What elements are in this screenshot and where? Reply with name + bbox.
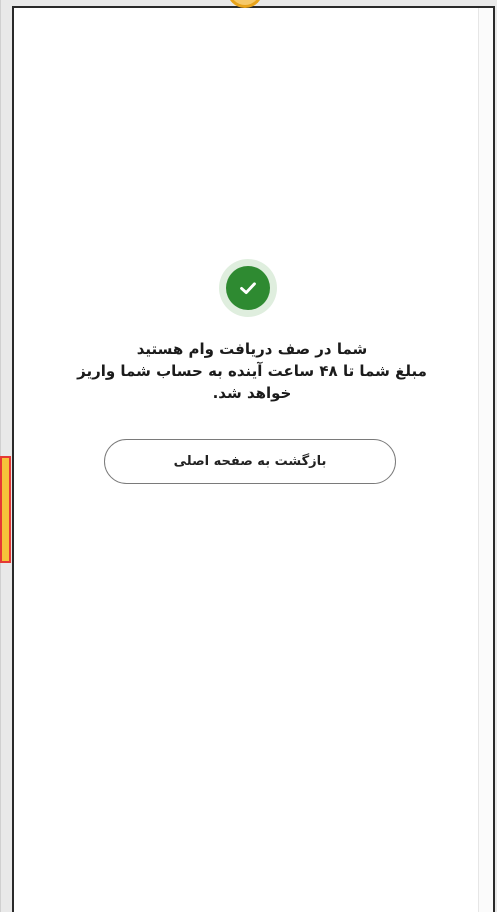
check-circle-icon — [226, 266, 270, 310]
message-line-2: مبلغ شما تا ۴۸ ساعت آینده به حساب شما وا… — [77, 362, 427, 380]
message-line-1: شما در صف دریافت وام هستید — [136, 340, 368, 358]
back-to-home-button[interactable]: بازگشت به صفحه اصلی — [104, 439, 396, 484]
checkmark-icon — [240, 282, 256, 295]
edge-highlight-marker — [0, 456, 11, 563]
screen: شما در صف دریافت وام هستید مبلغ شما تا ۴… — [0, 0, 497, 912]
app-window: شما در صف دریافت وام هستید مبلغ شما تا ۴… — [12, 6, 495, 912]
scrollbar-gutter[interactable] — [478, 8, 493, 912]
success-icon-ring — [219, 259, 277, 317]
message-line-3: خواهد شد. — [212, 384, 292, 402]
